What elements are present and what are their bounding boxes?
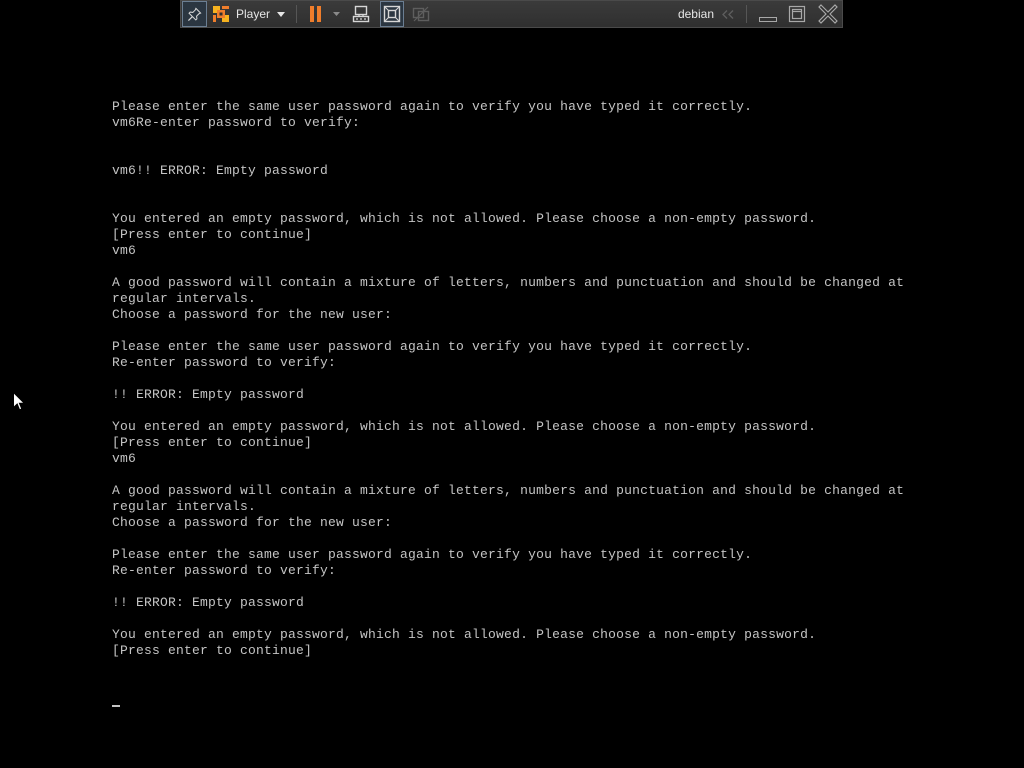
toolbar-separator	[296, 5, 297, 23]
player-menu-label: Player	[236, 7, 271, 21]
terminal-line: Re-enter password to verify:	[112, 563, 337, 578]
terminal-line: A good password will contain a mixture o…	[112, 275, 905, 290]
chevron-down-icon	[277, 12, 285, 17]
vm-console[interactable]: Please enter the same user password agai…	[0, 0, 1024, 768]
send-ctrl-alt-del-button[interactable]	[350, 0, 372, 28]
pin-icon	[187, 6, 202, 22]
vm-name: debian	[677, 7, 714, 21]
terminal-line: [Press enter to continue]	[112, 227, 313, 242]
collapse-toolbar-button[interactable]	[720, 0, 736, 28]
power-menu-button[interactable]	[330, 0, 342, 28]
toolbar-separator	[746, 5, 747, 23]
terminal-cursor	[112, 705, 120, 707]
chevron-down-icon	[332, 12, 340, 16]
mouse-pointer-icon	[13, 392, 25, 411]
terminal-line: You entered an empty password, which is …	[112, 211, 817, 226]
close-icon	[818, 4, 838, 24]
player-menu-button[interactable]: Player	[210, 0, 288, 28]
terminal-output: Please enter the same user password agai…	[112, 99, 992, 707]
pin-toolbar-button[interactable]	[182, 1, 207, 27]
terminal-line: regular intervals.	[112, 291, 257, 306]
terminal-line: Re-enter password to verify:	[112, 355, 337, 370]
terminal-line: You entered an empty password, which is …	[112, 627, 817, 642]
terminal-line: vm6!! ERROR: Empty password	[112, 163, 329, 178]
player-toolbar: Player debian	[180, 0, 843, 28]
terminal-line: !! ERROR: Empty password	[112, 595, 305, 610]
terminal-line: regular intervals.	[112, 499, 257, 514]
unity-button[interactable]	[410, 0, 432, 28]
send-ctrl-alt-del-icon	[352, 5, 370, 23]
terminal-line: You entered an empty password, which is …	[112, 419, 817, 434]
terminal-line: Please enter the same user password agai…	[112, 99, 753, 114]
full-screen-button[interactable]	[380, 1, 404, 27]
restore-icon	[788, 5, 806, 23]
restore-button[interactable]	[787, 0, 807, 28]
full-screen-icon	[383, 5, 401, 23]
terminal-line: vm6Re-enter password to verify:	[112, 115, 361, 130]
terminal-line: [Press enter to continue]	[112, 435, 313, 450]
terminal-line: Please enter the same user password agai…	[112, 339, 753, 354]
pause-icon	[309, 6, 321, 22]
minimize-icon	[759, 5, 777, 23]
double-chevron-left-icon	[722, 9, 734, 19]
terminal-line: A good password will contain a mixture o…	[112, 483, 905, 498]
terminal-line: !! ERROR: Empty password	[112, 387, 305, 402]
terminal-line: Choose a password for the new user:	[112, 307, 393, 322]
terminal-line: Choose a password for the new user:	[112, 515, 393, 530]
terminal-line: vm6	[112, 451, 137, 466]
unity-icon	[412, 5, 430, 23]
terminal-line: [Press enter to continue]	[112, 643, 313, 658]
minimize-button[interactable]	[758, 0, 778, 28]
vmware-player-logo-icon	[212, 5, 230, 23]
terminal-cursor-row	[112, 659, 992, 707]
pause-button[interactable]	[305, 0, 325, 28]
close-button[interactable]	[817, 0, 839, 28]
terminal-line: vm6	[112, 243, 137, 258]
terminal-line: Please enter the same user password agai…	[112, 547, 753, 562]
